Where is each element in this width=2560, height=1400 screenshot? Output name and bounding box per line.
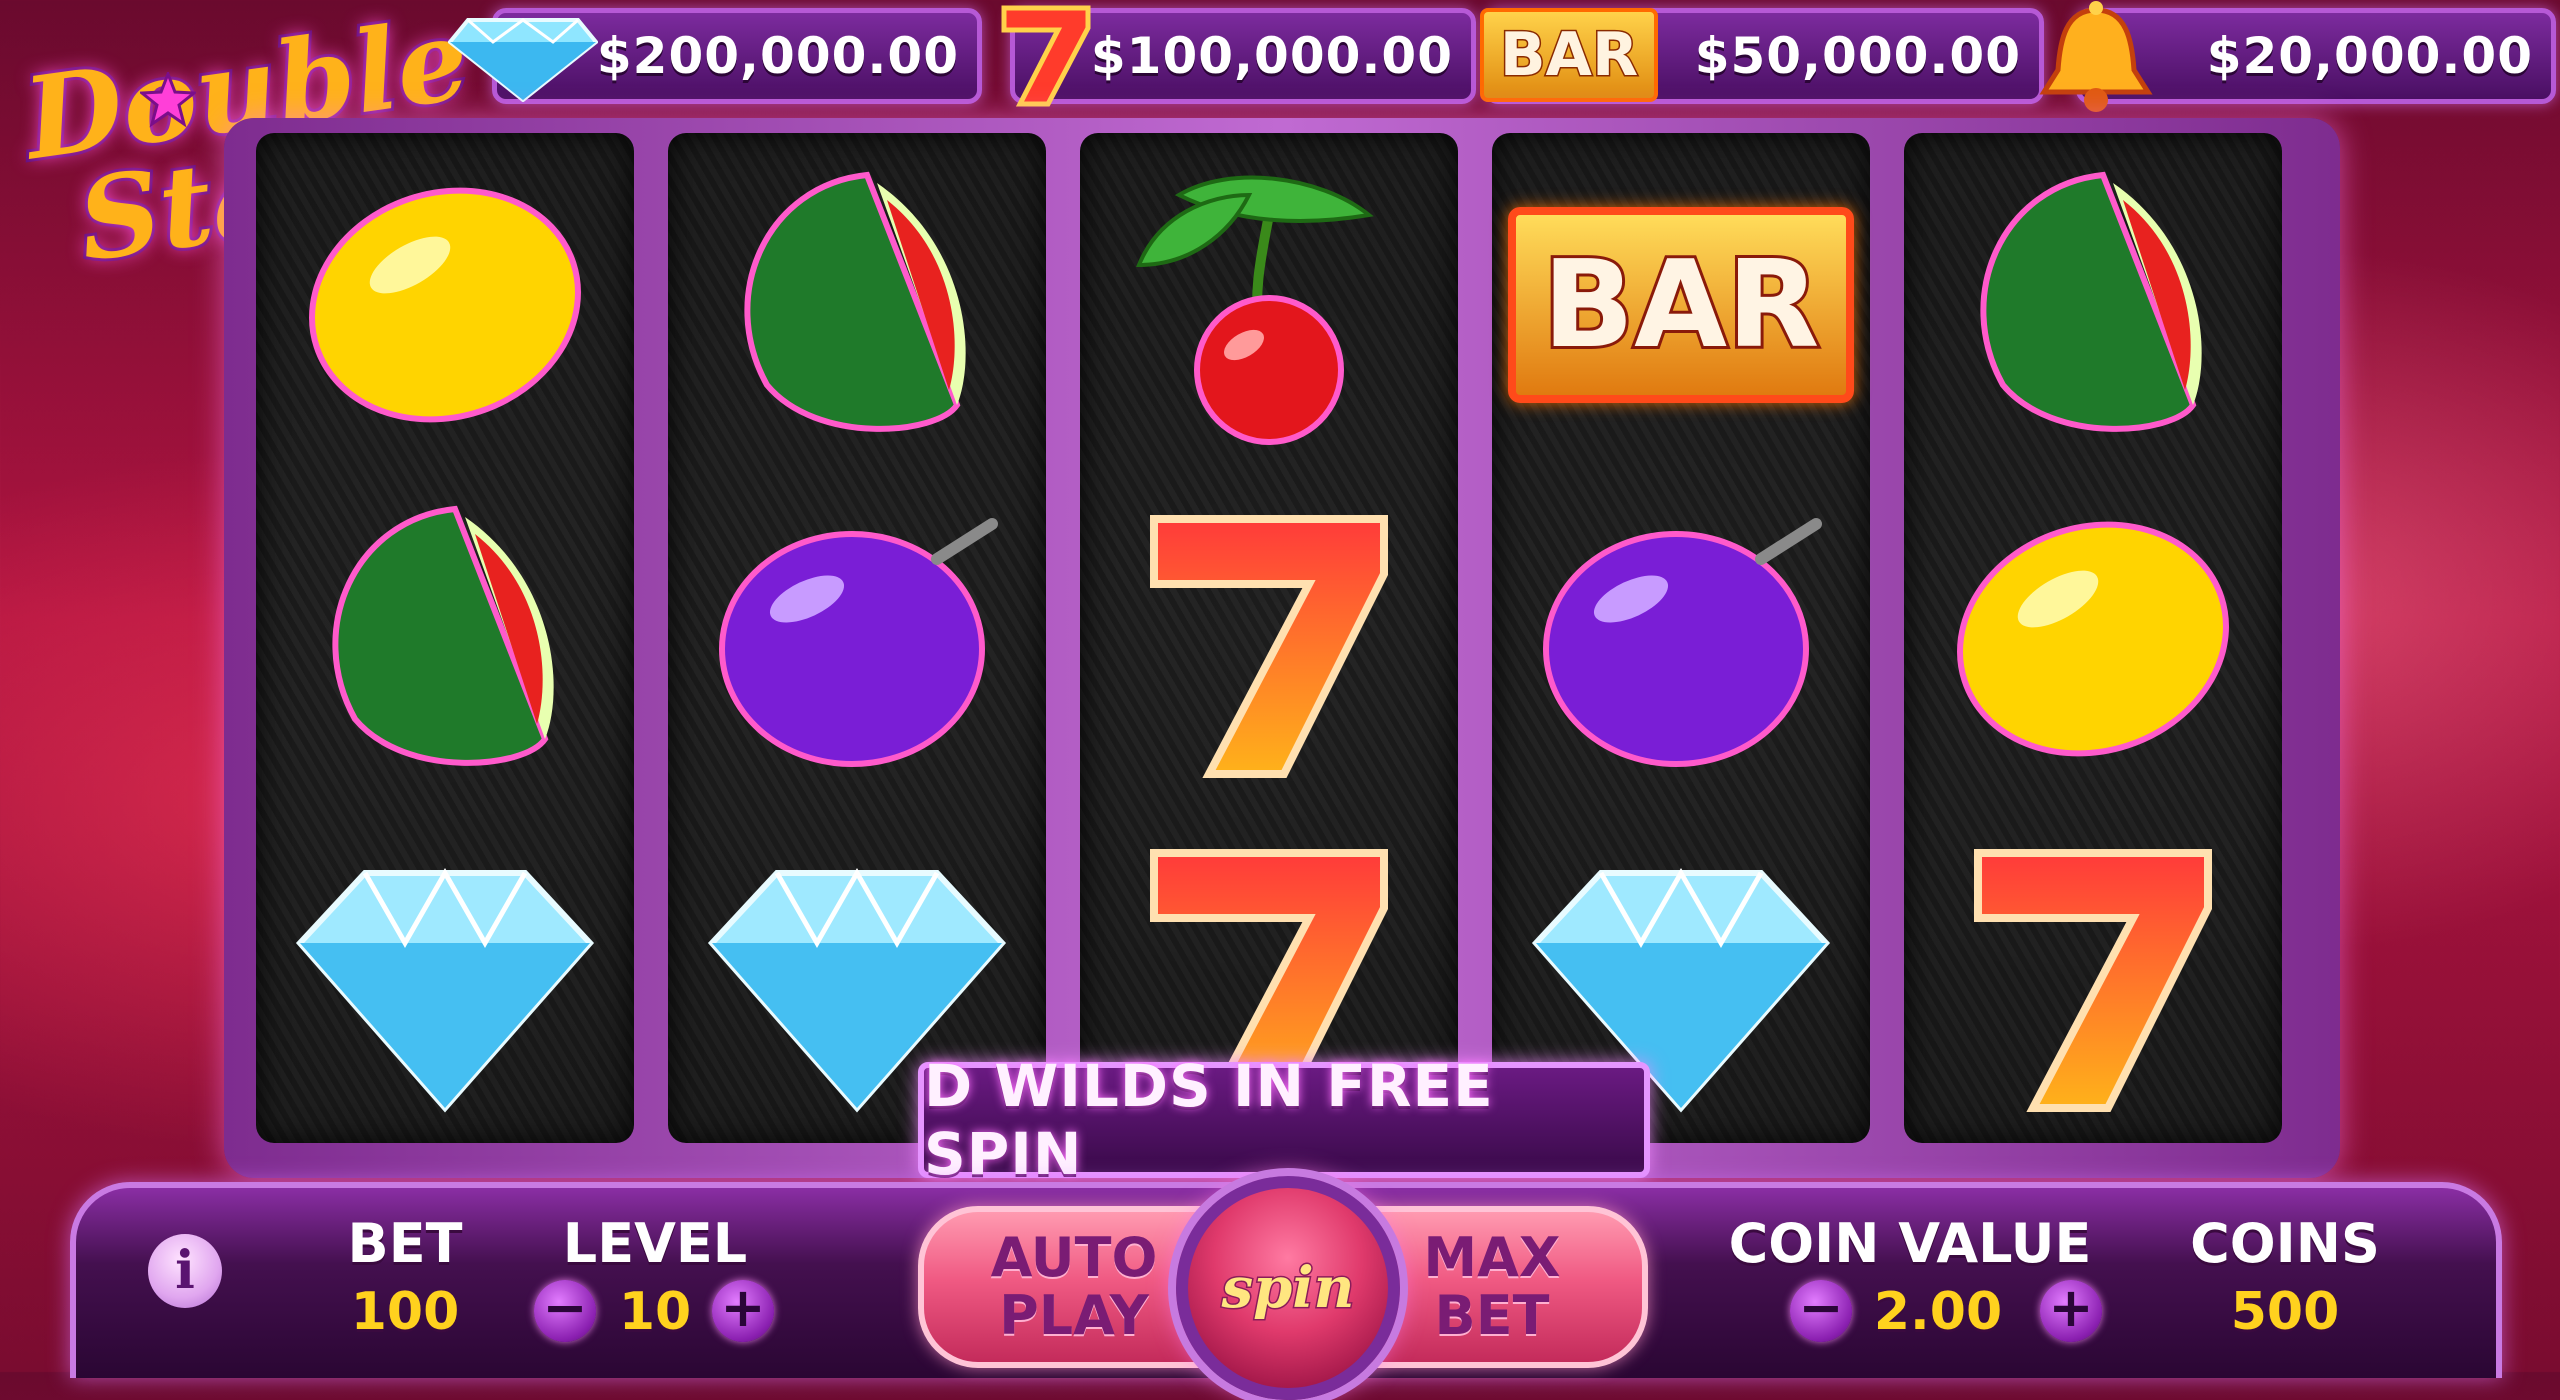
reel-4-symbol-1: BAR — [1492, 137, 1870, 473]
jackpot-bell-value: $20,000.00 — [2206, 27, 2533, 85]
reel-2-symbol-2 — [668, 471, 1046, 807]
jackpot-seven-value: $100,000.00 — [1090, 27, 1453, 85]
message-banner: D WILDS IN FREE SPIN — [918, 1052, 1650, 1188]
plum-icon — [1543, 518, 1822, 767]
reel-5-symbol-3 — [1904, 805, 2282, 1141]
bar-icon: BAR — [1480, 8, 1658, 102]
coin-value-increase-button[interactable]: + — [2040, 1280, 2102, 1342]
reel-3-symbol-1 — [1080, 137, 1458, 473]
level-value: 10 — [618, 1282, 692, 1342]
bell-icon — [2039, 1, 2153, 112]
coins-label: COINS — [2190, 1212, 2380, 1275]
coin-value-label: COIN VALUE — [1728, 1212, 2092, 1275]
level-decrease-button[interactable]: − — [534, 1280, 596, 1342]
jackpot-bar-value: $50,000.00 — [1694, 27, 2021, 85]
bar-icon-label: BAR — [1498, 19, 1639, 92]
bar-symbol: BAR — [1508, 207, 1854, 403]
lemon-icon — [309, 187, 581, 423]
watermelon-icon — [1980, 171, 2202, 432]
cherry-icon — [1136, 175, 1374, 445]
reel-2-symbol-1 — [668, 137, 1046, 473]
reel-3-symbol-2 — [1080, 471, 1458, 807]
watermelon-icon — [332, 505, 554, 766]
bet-value: 100 — [350, 1282, 460, 1342]
coins-value: 500 — [2230, 1282, 2340, 1342]
max-bet-label-line1: MAX — [1423, 1226, 1561, 1289]
reel-5-symbol-2 — [1904, 471, 2282, 807]
autoplay-label-line1: AUTO — [990, 1226, 1158, 1289]
reel-1-symbol-1 — [256, 137, 634, 473]
coin-value-decrease-button[interactable]: − — [1790, 1280, 1852, 1342]
diamond-icon — [295, 867, 595, 1113]
reel-2 — [668, 133, 1046, 1143]
level-increase-button[interactable]: + — [712, 1280, 774, 1342]
lemon-icon — [1957, 521, 2229, 757]
spin-button[interactable]: spin — [1176, 1176, 1400, 1400]
reel-3 — [1080, 133, 1458, 1143]
reel-1-symbol-3 — [256, 805, 634, 1141]
plum-icon — [719, 518, 998, 767]
bet-label: BET — [347, 1212, 463, 1275]
reel-1-symbol-2 — [256, 471, 634, 807]
logo-star-icon — [140, 72, 196, 128]
bar-symbol-label: BAR — [1540, 233, 1823, 378]
reel-4-symbol-2 — [1492, 471, 1870, 807]
coin-value: 2.00 — [1873, 1282, 2003, 1342]
seven-icon — [1001, 5, 1091, 107]
watermelon-icon — [744, 171, 966, 432]
reel-5-symbol-1 — [1904, 137, 2282, 473]
reel-4: BAR — [1492, 133, 1870, 1143]
autoplay-label-line2: PLAY — [999, 1284, 1149, 1347]
reel-1 — [256, 133, 634, 1143]
banner-text: D WILDS IN FREE SPIN — [924, 1052, 1494, 1188]
jackpot-diamond-value: $200,000.00 — [596, 27, 959, 85]
seven-icon — [1150, 515, 1388, 778]
level-label: LEVEL — [562, 1212, 748, 1275]
seven-icon — [1974, 849, 2212, 1112]
spin-label: spin — [1220, 1254, 1356, 1323]
info-button[interactable]: i — [148, 1234, 222, 1308]
diamond-icon — [448, 18, 598, 102]
reel-5 — [1904, 133, 2282, 1143]
max-bet-label-line2: BET — [1434, 1284, 1550, 1347]
